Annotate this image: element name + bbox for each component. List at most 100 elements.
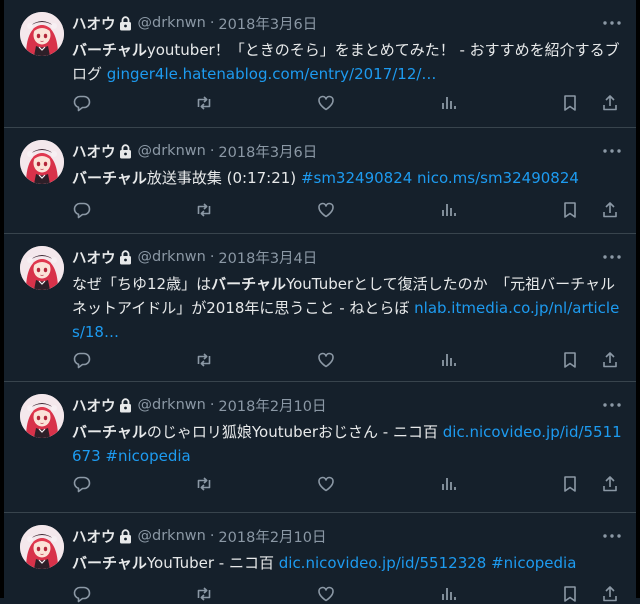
lock-icon [119, 143, 132, 159]
bookmark-icon[interactable] [560, 200, 580, 220]
highlight-text: バーチャル [72, 554, 147, 572]
display-name[interactable]: ハオウ [72, 13, 116, 34]
like-icon[interactable] [316, 350, 336, 370]
share-icon[interactable] [600, 93, 620, 113]
separator-dot: · [209, 397, 215, 413]
display-name[interactable]: ハオウ [72, 247, 116, 268]
views-icon[interactable] [438, 200, 458, 220]
tweet-actions [72, 350, 620, 370]
bookmark-icon[interactable] [560, 350, 580, 370]
reply-icon[interactable] [72, 350, 92, 370]
tweet-actions [72, 93, 620, 113]
more-icon[interactable] [600, 396, 624, 414]
lock-icon [119, 397, 132, 413]
tweet[interactable]: ハオウ @drknwn · 2018年3月6日 バーチャル放送事故集 (0:17… [4, 128, 636, 234]
highlight-text: バーチャル [72, 423, 147, 441]
avatar[interactable] [20, 12, 64, 56]
tweet[interactable]: ハオウ @drknwn · 2018年2月10日 バーチャルのじゃロリ狐娘You… [4, 382, 636, 513]
tweet-text-segment: なぜ「ちゆ12歳」は [72, 275, 212, 293]
tweet-text-segment: YouTuber - ニコ百 [146, 554, 279, 572]
tweet-link[interactable]: #sm32490824 nico.ms/sm32490824 [301, 169, 579, 187]
more-icon[interactable] [600, 527, 624, 545]
tweet-text: バーチャル放送事故集 (0:17:21) #sm32490824 nico.ms… [72, 166, 624, 190]
share-icon[interactable] [600, 584, 620, 604]
separator-dot: · [209, 249, 215, 265]
separator-dot: · [209, 143, 215, 159]
separator-dot: · [209, 15, 215, 31]
reply-icon[interactable] [72, 200, 92, 220]
views-icon[interactable] [438, 93, 458, 113]
display-name[interactable]: ハオウ [72, 526, 116, 547]
more-icon[interactable] [600, 14, 624, 32]
highlight-text: バーチャル [72, 41, 147, 59]
share-icon[interactable] [600, 200, 620, 220]
tweet-header: ハオウ @drknwn · 2018年2月10日 [72, 390, 624, 420]
tweet[interactable]: ハオウ @drknwn · 2018年2月10日 バーチャルYouTuber -… [4, 513, 636, 603]
lock-icon [119, 249, 132, 265]
tweet-text-segment: のじゃロリ狐娘Youtuberおじさん - ニコ百 [146, 423, 443, 441]
reply-icon[interactable] [72, 474, 92, 494]
avatar[interactable] [20, 140, 64, 184]
tweet-actions [72, 474, 620, 494]
bookmark-icon[interactable] [560, 93, 580, 113]
tweet-text: バーチャルのじゃロリ狐娘Youtuberおじさん - ニコ百 dic.nicov… [72, 420, 624, 468]
avatar[interactable] [20, 525, 64, 569]
highlight-text: バーチャル [72, 169, 147, 187]
views-icon[interactable] [438, 350, 458, 370]
highlight-text: バーチャル [211, 275, 286, 293]
tweet-date[interactable]: 2018年2月10日 [218, 526, 326, 547]
user-handle[interactable]: @drknwn [138, 143, 206, 159]
tweet-text: なぜ「ちゆ12歳」はバーチャルYouTuberとして復活したのか 「元祖バーチャ… [72, 272, 624, 344]
display-name[interactable]: ハオウ [72, 395, 116, 416]
tweet-actions [72, 200, 620, 220]
tweet-content: ハオウ @drknwn · 2018年3月6日 バーチャルyoutuber！「と… [72, 8, 624, 86]
tweet-content: ハオウ @drknwn · 2018年2月10日 バーチャルYouTuber -… [72, 521, 624, 575]
tweet-text-segment: 放送事故集 (0:17:21) [146, 169, 301, 187]
user-handle[interactable]: @drknwn [138, 528, 206, 544]
tweet-date[interactable]: 2018年3月6日 [218, 13, 317, 34]
window-edge-right [636, 0, 640, 598]
lock-icon [119, 15, 132, 31]
display-name[interactable]: ハオウ [72, 141, 116, 162]
user-handle[interactable]: @drknwn [138, 397, 206, 413]
tweet-text: バーチャルyoutuber！「ときのそら」をまとめてみた！ - おすすめを紹介す… [72, 38, 624, 86]
tweet[interactable]: ハオウ @drknwn · 2018年3月6日 バーチャルyoutuber！「と… [4, 0, 636, 128]
tweet-content: ハオウ @drknwn · 2018年2月10日 バーチャルのじゃロリ狐娘You… [72, 390, 624, 468]
user-handle[interactable]: @drknwn [138, 15, 206, 31]
more-icon[interactable] [600, 142, 624, 160]
user-handle[interactable]: @drknwn [138, 249, 206, 265]
share-icon[interactable] [600, 350, 620, 370]
reply-icon[interactable] [72, 93, 92, 113]
bookmark-icon[interactable] [560, 584, 580, 604]
like-icon[interactable] [316, 584, 336, 604]
tweet[interactable]: ハオウ @drknwn · 2018年3月4日 なぜ「ちゆ12歳」はバーチャルY… [4, 234, 636, 382]
like-icon[interactable] [316, 200, 336, 220]
retweet-icon[interactable] [194, 350, 214, 370]
tweet-content: ハオウ @drknwn · 2018年3月4日 なぜ「ちゆ12歳」はバーチャルY… [72, 242, 624, 344]
retweet-icon[interactable] [194, 93, 214, 113]
tweet-header: ハオウ @drknwn · 2018年3月6日 [72, 136, 624, 166]
tweet-header: ハオウ @drknwn · 2018年3月6日 [72, 8, 624, 38]
retweet-icon[interactable] [194, 474, 214, 494]
share-icon[interactable] [600, 474, 620, 494]
tweet-text: バーチャルYouTuber - ニコ百 dic.nicovideo.jp/id/… [72, 551, 624, 575]
avatar[interactable] [20, 394, 64, 438]
views-icon[interactable] [438, 474, 458, 494]
tweet-date[interactable]: 2018年3月6日 [218, 141, 317, 162]
reply-icon[interactable] [72, 584, 92, 604]
tweet-link[interactable]: dic.nicovideo.jp/id/5512328 #nicopedia [279, 554, 577, 572]
avatar[interactable] [20, 246, 64, 290]
retweet-icon[interactable] [194, 584, 214, 604]
like-icon[interactable] [316, 474, 336, 494]
tweet-feed: ハオウ @drknwn · 2018年3月6日 バーチャルyoutuber！「と… [4, 0, 636, 603]
views-icon[interactable] [438, 584, 458, 604]
tweet-link[interactable]: ginger4le.hatenablog.com/entry/2017/12/… [107, 65, 437, 83]
tweet-date[interactable]: 2018年3月4日 [218, 247, 317, 268]
lock-icon [119, 528, 132, 544]
like-icon[interactable] [316, 93, 336, 113]
separator-dot: · [209, 528, 215, 544]
tweet-date[interactable]: 2018年2月10日 [218, 395, 326, 416]
bookmark-icon[interactable] [560, 474, 580, 494]
more-icon[interactable] [600, 248, 624, 266]
retweet-icon[interactable] [194, 200, 214, 220]
